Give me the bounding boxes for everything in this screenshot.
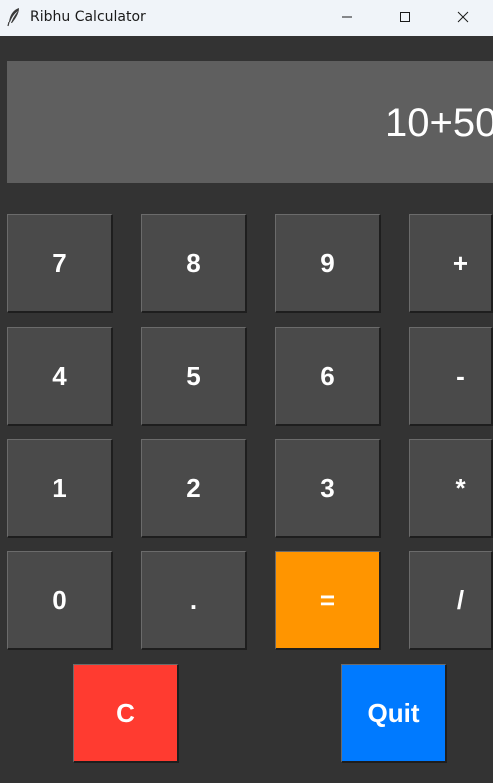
key-multiply[interactable]: * (409, 439, 493, 538)
key-label: = (319, 584, 336, 615)
key-9[interactable]: 9 (275, 214, 381, 313)
key-divide[interactable]: / (409, 551, 493, 650)
close-button[interactable] (440, 0, 486, 34)
key-label: * (455, 472, 466, 503)
key-plus[interactable]: + (409, 214, 493, 313)
key-label: 4 (52, 360, 67, 391)
key-label: 5 (186, 360, 201, 391)
key-label: . (189, 584, 198, 615)
key-4[interactable]: 4 (7, 327, 113, 426)
close-icon (457, 11, 469, 23)
key-decimal[interactable]: . (141, 551, 247, 650)
maximize-icon (399, 11, 411, 23)
key-label: 3 (320, 472, 335, 503)
quit-button[interactable]: Quit (341, 664, 447, 763)
clear-button[interactable]: C (73, 664, 179, 763)
key-0[interactable]: 0 (7, 551, 113, 650)
key-8[interactable]: 8 (141, 214, 247, 313)
key-3[interactable]: 3 (275, 439, 381, 538)
title-bar: Ribhu Calculator (0, 0, 493, 36)
maximize-button[interactable] (382, 0, 428, 34)
calculator-display[interactable]: 10+50 (7, 61, 493, 183)
key-label: + (452, 247, 469, 278)
key-label: 0 (52, 584, 67, 615)
quit-label: Quit (367, 697, 420, 728)
key-label: 1 (52, 472, 67, 503)
key-label: - (456, 360, 465, 391)
key-label: 7 (52, 247, 67, 278)
equals-button[interactable]: = (275, 551, 381, 650)
display-value: 10+50 (385, 101, 493, 145)
clear-label: C (116, 697, 135, 728)
window-title: Ribhu Calculator (30, 9, 146, 25)
key-label: 2 (186, 472, 201, 503)
minimize-icon (341, 11, 353, 23)
calculator-window: Ribhu Calculator 10+50 7 8 9 + 4 5 6 - 1… (0, 0, 493, 783)
key-label: 6 (320, 360, 335, 391)
key-label: 9 (320, 247, 335, 278)
key-label: / (456, 584, 465, 615)
key-label: 8 (186, 247, 201, 278)
minimize-button[interactable] (324, 0, 370, 34)
key-minus[interactable]: - (409, 327, 493, 426)
key-6[interactable]: 6 (275, 327, 381, 426)
feather-icon (6, 7, 22, 27)
key-2[interactable]: 2 (141, 439, 247, 538)
key-5[interactable]: 5 (141, 327, 247, 426)
key-1[interactable]: 1 (7, 439, 113, 538)
key-7[interactable]: 7 (7, 214, 113, 313)
